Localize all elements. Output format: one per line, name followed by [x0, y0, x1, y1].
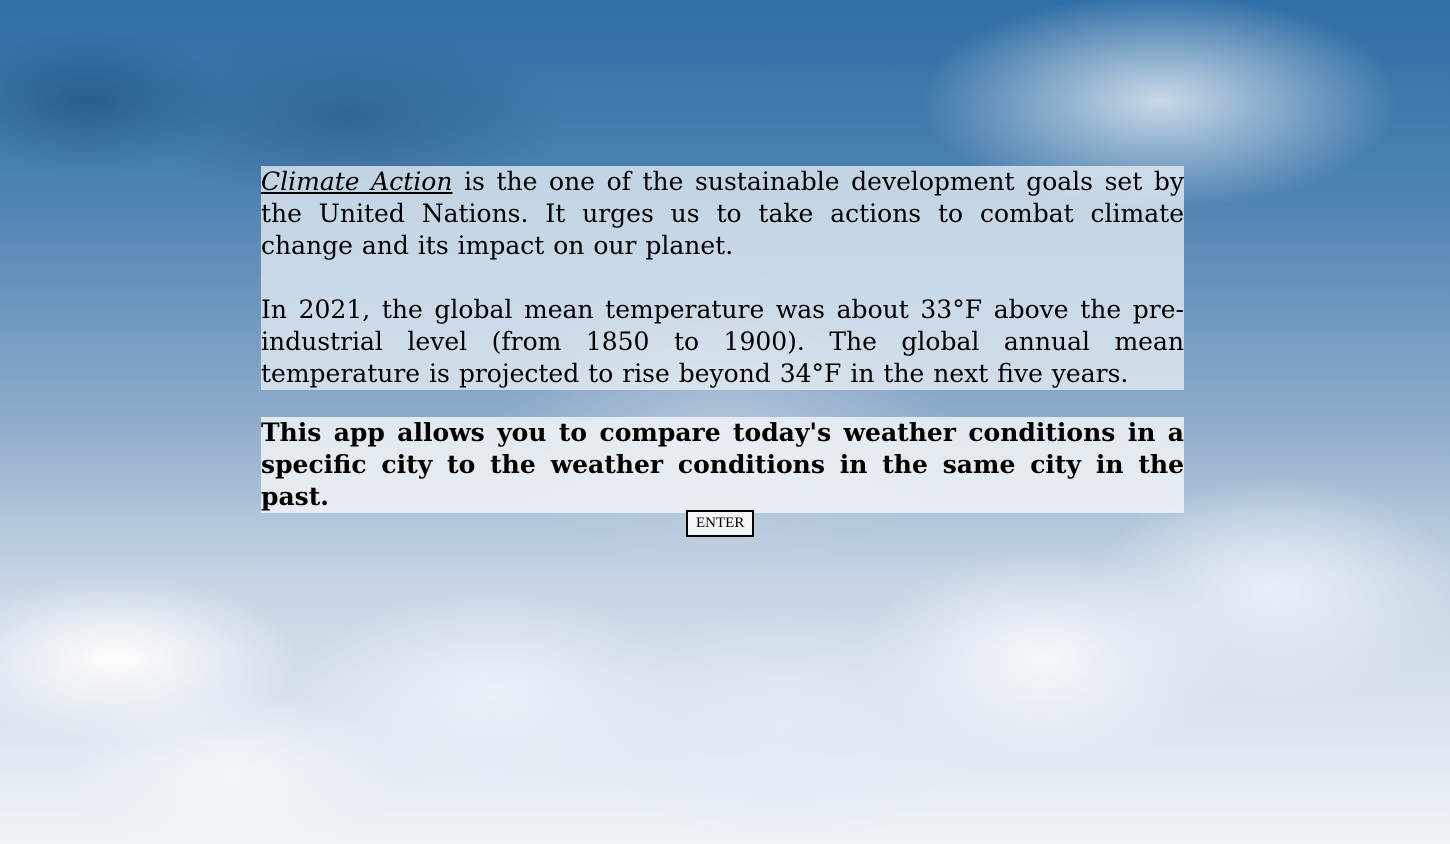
temperature-paragraph: In 2021, the global mean temperature was…: [261, 295, 1184, 388]
enter-button[interactable]: ENTER: [686, 510, 755, 537]
app-description-text: This app allows you to compare today's w…: [261, 418, 1184, 511]
intro-paragraph: Climate Action is the one of the sustain…: [261, 166, 1184, 262]
app-description: This app allows you to compare today's w…: [261, 417, 1184, 513]
main-content: Climate Action is the one of the sustain…: [261, 166, 1184, 513]
climate-action-link[interactable]: Climate Action: [261, 167, 452, 196]
enter-container: ENTER: [686, 510, 755, 537]
info-panel: Climate Action is the one of the sustain…: [261, 166, 1184, 390]
